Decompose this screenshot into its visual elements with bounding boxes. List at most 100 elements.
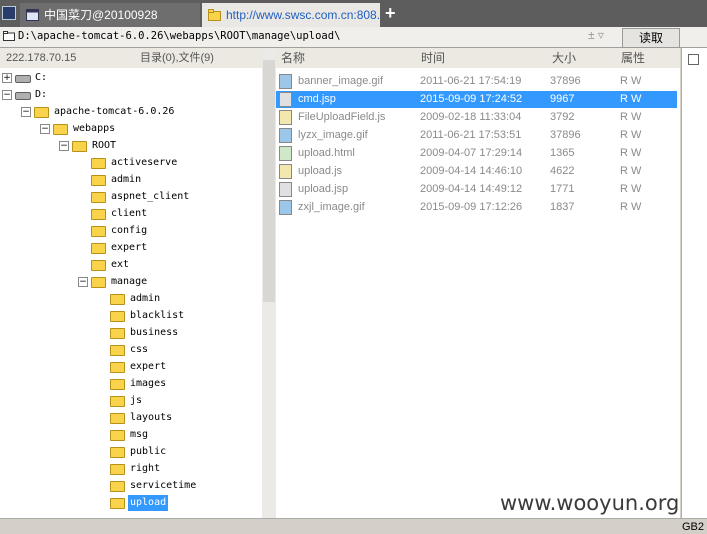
tree-node[interactable]: aspnet_client — [0, 189, 262, 205]
expand-icon[interactable]: + — [2, 73, 12, 83]
file-name: zxjl_image.gif — [298, 201, 365, 213]
tree-node-label: apache-tomcat-6.0.26 — [54, 106, 175, 117]
tree-node-label: layouts — [130, 412, 173, 423]
tree-node[interactable]: servicetime — [0, 478, 262, 494]
drive-icon — [15, 75, 31, 83]
tab-caidao[interactable]: 中国菜刀@20100928 — [20, 3, 200, 27]
tree-node[interactable]: blacklist — [0, 308, 262, 324]
collapse-icon[interactable]: − — [78, 277, 88, 287]
folder-icon — [110, 345, 125, 356]
column-name[interactable]: 名称 — [281, 48, 305, 68]
column-time[interactable]: 时间 — [421, 48, 445, 68]
folder-icon — [110, 396, 125, 407]
tree-node-label: client — [111, 208, 148, 219]
tree-node[interactable]: − ROOT — [0, 138, 262, 154]
folder-icon — [110, 413, 125, 424]
window-icon — [26, 9, 39, 21]
tree-node[interactable]: css — [0, 342, 262, 358]
column-attributes[interactable]: 属性 — [621, 48, 645, 68]
tree-node[interactable]: + C: — [0, 70, 262, 86]
tree-node[interactable]: admin — [0, 291, 262, 307]
tree-node[interactable]: upload — [0, 495, 262, 511]
tree-node-label: ext — [111, 259, 130, 270]
tree-node-label: public — [130, 446, 167, 457]
column-size[interactable]: 大小 — [552, 48, 576, 68]
file-list-header: 名称 时间 大小 属性 — [276, 48, 680, 68]
tree-node[interactable]: − apache-tomcat-6.0.26 — [0, 104, 262, 120]
path-input[interactable]: D:\apache-tomcat-6.0.26\webapps\ROOT\man… — [18, 30, 340, 42]
encoding-indicator[interactable]: GB2 — [682, 521, 704, 533]
tree-node-label: js — [130, 395, 143, 406]
folder-icon — [91, 260, 106, 271]
tree-node[interactable]: images — [0, 376, 262, 392]
tree-node[interactable]: − manage — [0, 274, 262, 290]
tree-scrollbar-thumb[interactable] — [263, 60, 275, 302]
tree-node[interactable]: admin — [0, 172, 262, 188]
file-time: 2011-06-21 17:54:19 — [420, 75, 522, 87]
file-row[interactable]: zxjl_image.gif 2015-09-09 17:12:26 1837 R W — [276, 199, 677, 216]
folder-icon — [110, 481, 125, 492]
file-time: 2015-09-09 17:12:26 — [420, 201, 523, 213]
file-row[interactable]: banner_image.gif 2011-06-21 17:54:19 37896… — [276, 73, 677, 90]
tree-node[interactable]: right — [0, 461, 262, 477]
file-time: 2009-04-07 17:29:14 — [420, 147, 523, 159]
folder-icon — [91, 243, 106, 254]
folder-icon — [91, 209, 106, 220]
tree-node-label: webapps — [73, 123, 116, 134]
tree-node[interactable]: expert — [0, 240, 262, 256]
file-row[interactable]: upload.js 2009-04-14 14:46:10 4622 R W — [276, 163, 677, 180]
file-list[interactable]: banner_image.gif 2011-06-21 17:54:19 37896… — [276, 68, 680, 518]
folder-icon — [110, 430, 125, 441]
path-dropdown[interactable]: ± ▿ — [588, 28, 604, 42]
tree-node-label: manage — [111, 276, 148, 287]
tree-node[interactable]: js — [0, 393, 262, 409]
file-attr: R W — [620, 75, 642, 87]
folder-icon — [91, 158, 106, 169]
file-size: 1365 — [550, 147, 575, 159]
image-file-icon — [279, 200, 292, 215]
file-name: upload.html — [298, 147, 355, 159]
tree-node[interactable]: client — [0, 206, 262, 222]
tree-node[interactable]: business — [0, 325, 262, 341]
file-row[interactable]: FileUploadField.js 2009-02-18 11:33:04 379… — [276, 109, 677, 126]
tree-node-label: aspnet_client — [111, 191, 190, 202]
tree-node-label: images — [130, 378, 167, 389]
file-row[interactable]: upload.jsp 2009-04-14 14:49:12 1771 R W — [276, 181, 677, 198]
tree-node-label: expert — [130, 361, 167, 372]
folder-icon — [110, 464, 125, 475]
file-row[interactable]: upload.html 2009-04-07 17:29:14 1365 R W — [276, 145, 677, 162]
app-window-icon[interactable] — [2, 6, 16, 20]
tree-node[interactable]: msg — [0, 427, 262, 443]
tab-target-site[interactable]: http://www.swsc.com.cn:808... — [202, 3, 380, 27]
file-size: 1771 — [550, 183, 575, 195]
collapse-icon[interactable]: − — [59, 141, 69, 151]
tree-node-label: D: — [35, 89, 48, 100]
tab-caidao-label: 中国菜刀@20100928 — [44, 8, 158, 22]
tree-node[interactable]: public — [0, 444, 262, 460]
file-size: 4622 — [550, 165, 575, 177]
tree-node[interactable]: layouts — [0, 410, 262, 426]
tree-node-label: business — [130, 327, 179, 338]
tree-node[interactable]: − webapps — [0, 121, 262, 137]
tree-node[interactable]: config — [0, 223, 262, 239]
tree-node[interactable]: − D: — [0, 87, 262, 103]
directory-tree[interactable]: + C: − D: − apache-tomcat-6.0.26− webapps − ROOT… — [0, 68, 262, 518]
file-attr: R W — [620, 165, 642, 177]
file-row[interactable]: lyzx_image.gif 2011-06-21 17:53:51 37896 R … — [276, 127, 677, 144]
tree-node-label: admin — [111, 174, 142, 185]
new-tab-button[interactable]: + — [385, 4, 396, 22]
tree-node-label: upload — [128, 495, 169, 511]
file-row[interactable]: cmd.jsp 2015-09-09 17:24:52 9967 R W — [276, 91, 677, 108]
folder-icon — [110, 294, 125, 305]
right-pane-checkbox[interactable] — [688, 54, 699, 65]
read-button[interactable]: 读取 — [622, 28, 680, 48]
tree-node-label: servicetime — [130, 480, 197, 491]
collapse-icon[interactable]: − — [2, 90, 12, 100]
tree-node[interactable]: expert — [0, 359, 262, 375]
tree-node[interactable]: activeserve — [0, 155, 262, 171]
jsp-file-icon — [279, 182, 292, 197]
collapse-icon[interactable]: − — [40, 124, 50, 134]
folder-icon — [208, 9, 221, 21]
collapse-icon[interactable]: − — [21, 107, 31, 117]
tree-node[interactable]: ext — [0, 257, 262, 273]
